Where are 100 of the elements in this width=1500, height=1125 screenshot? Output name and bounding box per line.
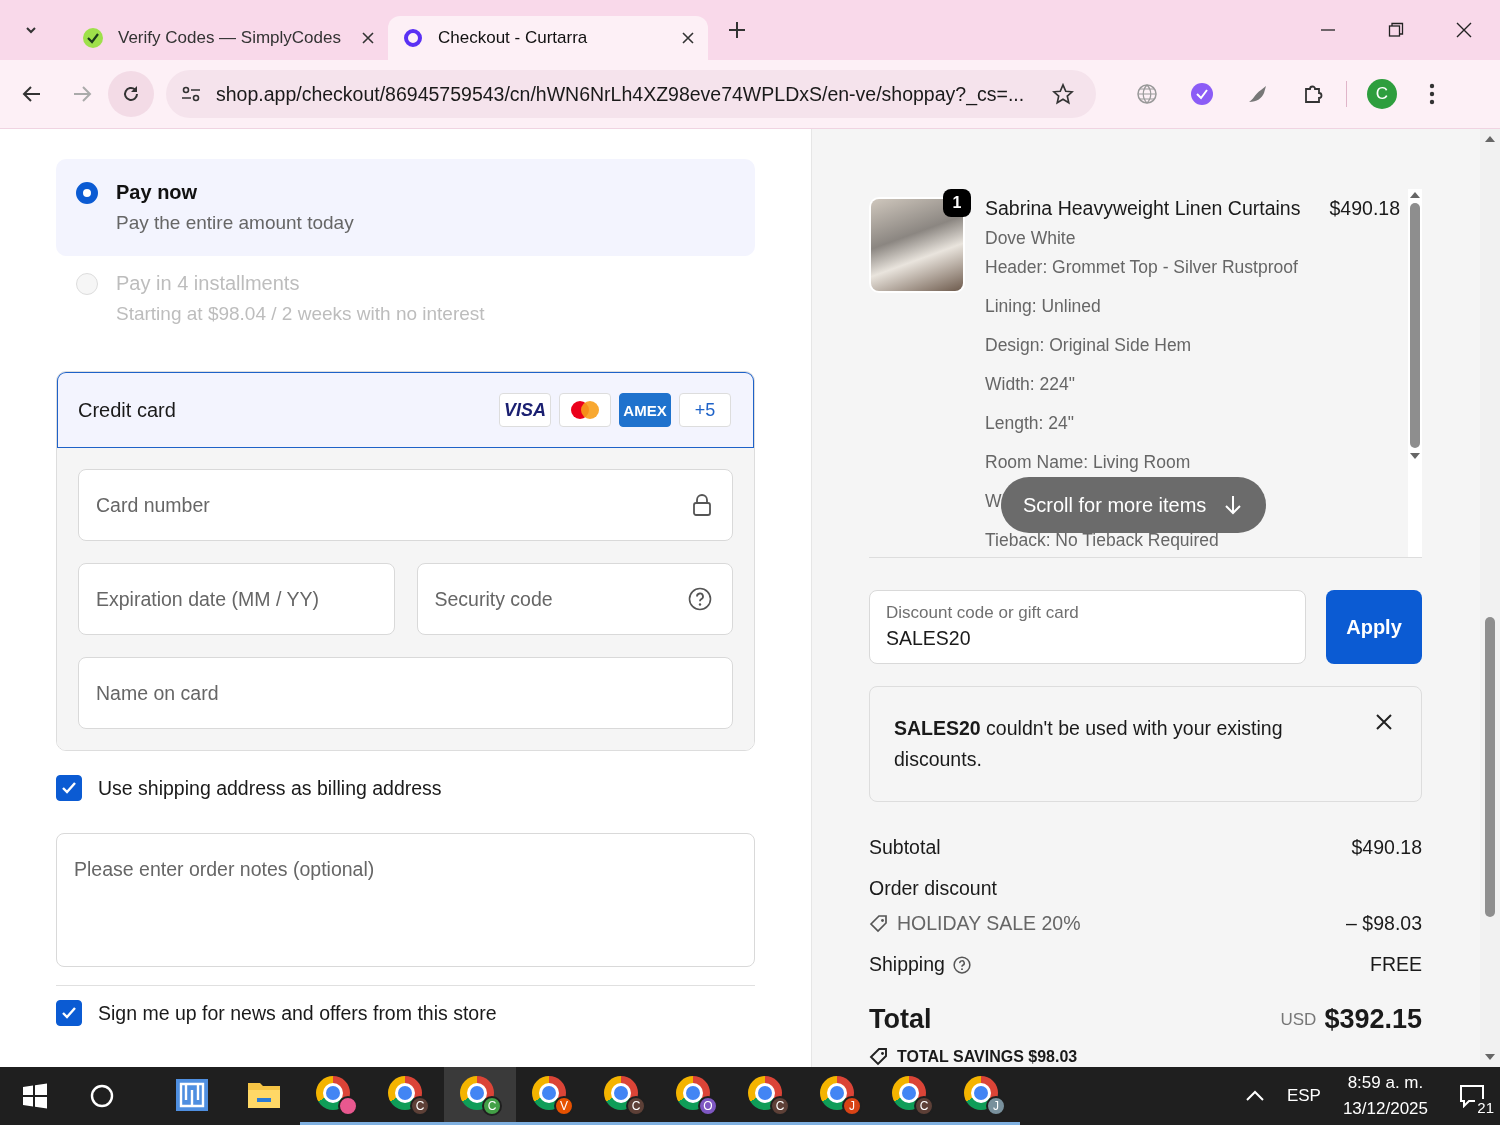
taskbar-app[interactable]: C (876, 1067, 948, 1125)
summary-value: $490.18 (1351, 836, 1422, 859)
browser-tab[interactable]: Checkout - Curtarra (388, 16, 708, 60)
star-icon[interactable] (1052, 83, 1074, 105)
close-icon[interactable] (1456, 22, 1472, 38)
summary-value: – $98.03 (1346, 912, 1422, 935)
windows-logo-icon[interactable] (22, 1083, 48, 1109)
summary-value: FREE (1370, 953, 1422, 976)
apply-button[interactable]: Apply (1326, 590, 1422, 664)
taskbar-app[interactable]: J (804, 1067, 876, 1125)
scroll-down-arrow-icon[interactable] (1409, 452, 1421, 460)
product-option: W (985, 491, 1002, 512)
search-icon[interactable] (90, 1084, 114, 1108)
error-message: SALES20 couldn't be used with your existing discounts. (894, 716, 1284, 772)
check-logo-icon (82, 27, 104, 49)
option-subtitle: Starting at $98.04 / 2 weeks with no interest (116, 303, 485, 325)
reload-button[interactable] (108, 71, 154, 117)
url-text: shop.app/checkout/86945759543/cn/hWN6NrLh4XZ98eve74WPLDxS/en-ve/shoppay?_cs=... (216, 82, 1026, 106)
taskbar-app[interactable]: C (732, 1067, 804, 1125)
chevron-up-icon[interactable] (1244, 1090, 1265, 1102)
notes-field[interactable]: Please enter order notes (optional) (56, 833, 755, 967)
taskbar-app[interactable]: C (444, 1067, 516, 1125)
discount-code: HOLIDAY SALE 20% (897, 912, 1081, 935)
checkbox[interactable] (56, 1000, 82, 1026)
taskbar-app[interactable]: V (516, 1067, 588, 1125)
new-tab-icon[interactable] (728, 21, 746, 39)
back-arrow-icon[interactable] (22, 84, 42, 104)
help-icon[interactable] (688, 587, 712, 611)
clock[interactable]: 8:59 a. m. 13/12/2025 (1342, 1073, 1428, 1119)
close-icon[interactable] (1375, 713, 1393, 731)
total-amount: $392.15 (1324, 1004, 1422, 1035)
card-brand-logo: AMEX (619, 393, 671, 427)
browser-tab[interactable]: Verify Codes — SimplyCodes (68, 16, 388, 60)
scroll-hint-button[interactable]: Scroll for more items (1001, 477, 1267, 533)
close-icon[interactable] (362, 32, 374, 44)
input-field[interactable]: Card number (78, 469, 733, 541)
input-field[interactable]: Expiration date (MM / YY) (78, 563, 395, 635)
summary-label: Shipping (869, 953, 945, 976)
globe-icon[interactable] (1136, 83, 1158, 105)
summary-label: Subtotal (869, 836, 941, 859)
page-scrollbar[interactable] (1480, 129, 1500, 1067)
taskbar-app[interactable]: C (588, 1067, 660, 1125)
profile-avatar[interactable]: C (1367, 79, 1397, 109)
tag-icon (869, 913, 889, 934)
checkbox[interactable] (56, 775, 82, 801)
option-title: Pay now (116, 181, 199, 204)
checkmark-icon (61, 781, 77, 795)
currency-code: USD (1280, 1009, 1317, 1030)
ring-logo-icon (402, 27, 424, 49)
restore-icon[interactable] (1388, 22, 1404, 38)
option-subtitle: Pay the entire amount today (116, 212, 354, 234)
total-savings: TOTAL SAVINGS $98.03 (897, 1048, 1078, 1066)
tab-title: Checkout - Curtarra (438, 28, 589, 48)
address-bar[interactable]: shop.app/checkout/86945759543/cn/hWN6NrLh4XZ98eve74WPLDxS/en-ve/shoppay?_cs=... (166, 70, 1096, 118)
total-label: Total (869, 1004, 932, 1035)
product-option: Header: Grommet Top - Silver Rustproof (985, 257, 1298, 278)
tab-title: Verify Codes — SimplyCodes (118, 28, 342, 48)
checkbox-label: Use shipping address as billing address (98, 776, 442, 800)
quantity-badge: 1 (943, 189, 971, 217)
credit-card-header[interactable]: Credit card VISA AMEX +5 (57, 372, 754, 449)
language-indicator[interactable]: ESP (1286, 1086, 1321, 1106)
lock-icon (692, 493, 712, 517)
notifications-button[interactable]: 21 (1452, 1076, 1492, 1116)
grid-app-icon (175, 1077, 209, 1112)
checkmark-icon (61, 1006, 77, 1020)
taskbar-app[interactable]: J (948, 1067, 1020, 1125)
scroll-down-arrow-icon[interactable] (1484, 1053, 1496, 1061)
product-option: Tieback: No Tieback Required (985, 530, 1219, 551)
extension-icon[interactable] (1190, 82, 1214, 106)
reload-icon (121, 84, 141, 104)
scroll-up-arrow-icon[interactable] (1484, 135, 1496, 143)
menu-icon[interactable] (1429, 83, 1435, 105)
close-icon[interactable] (682, 32, 694, 44)
input-field[interactable]: Name on card (78, 657, 733, 729)
tag-icon (869, 1047, 889, 1067)
down-arrow-icon (1224, 495, 1243, 515)
payment-option[interactable]: Pay now Pay the entire amount today (56, 159, 755, 256)
product-option: Lining: Unlined (985, 296, 1101, 317)
help-icon[interactable] (952, 955, 971, 974)
product-option: Room Name: Living Room (985, 452, 1191, 473)
product-name: Sabrina Heavyweight Linen Curtains (985, 197, 1301, 220)
discount-code-field[interactable]: Discount code or gift card SALES20 (869, 590, 1306, 664)
input-field[interactable]: Security code (416, 563, 733, 635)
overlapping-circles-logo (559, 393, 611, 427)
taskbar-app[interactable]: O (660, 1067, 732, 1125)
payment-method-label: Credit card (78, 398, 176, 422)
scroll-up-arrow-icon[interactable] (1409, 191, 1421, 199)
product-option: Length: 24" (985, 413, 1074, 434)
scrollbar-thumb[interactable] (1485, 617, 1495, 917)
product-price: $490.18 (1329, 197, 1400, 220)
product-option: Width: 224" (985, 374, 1075, 395)
product-option: Design: Original Side Hem (985, 335, 1192, 356)
radio-button[interactable] (76, 182, 98, 204)
card-brand-logo: VISA (499, 393, 551, 427)
list-scrollbar[interactable] (1408, 189, 1422, 557)
scrollbar-thumb[interactable] (1410, 203, 1420, 448)
option-title: Pay in 4 installments (116, 272, 301, 295)
summary-label: Order discount (869, 877, 997, 900)
checkbox-label: Sign me up for news and offers from this store (98, 1001, 497, 1025)
more-brands-count: +5 (679, 393, 731, 427)
